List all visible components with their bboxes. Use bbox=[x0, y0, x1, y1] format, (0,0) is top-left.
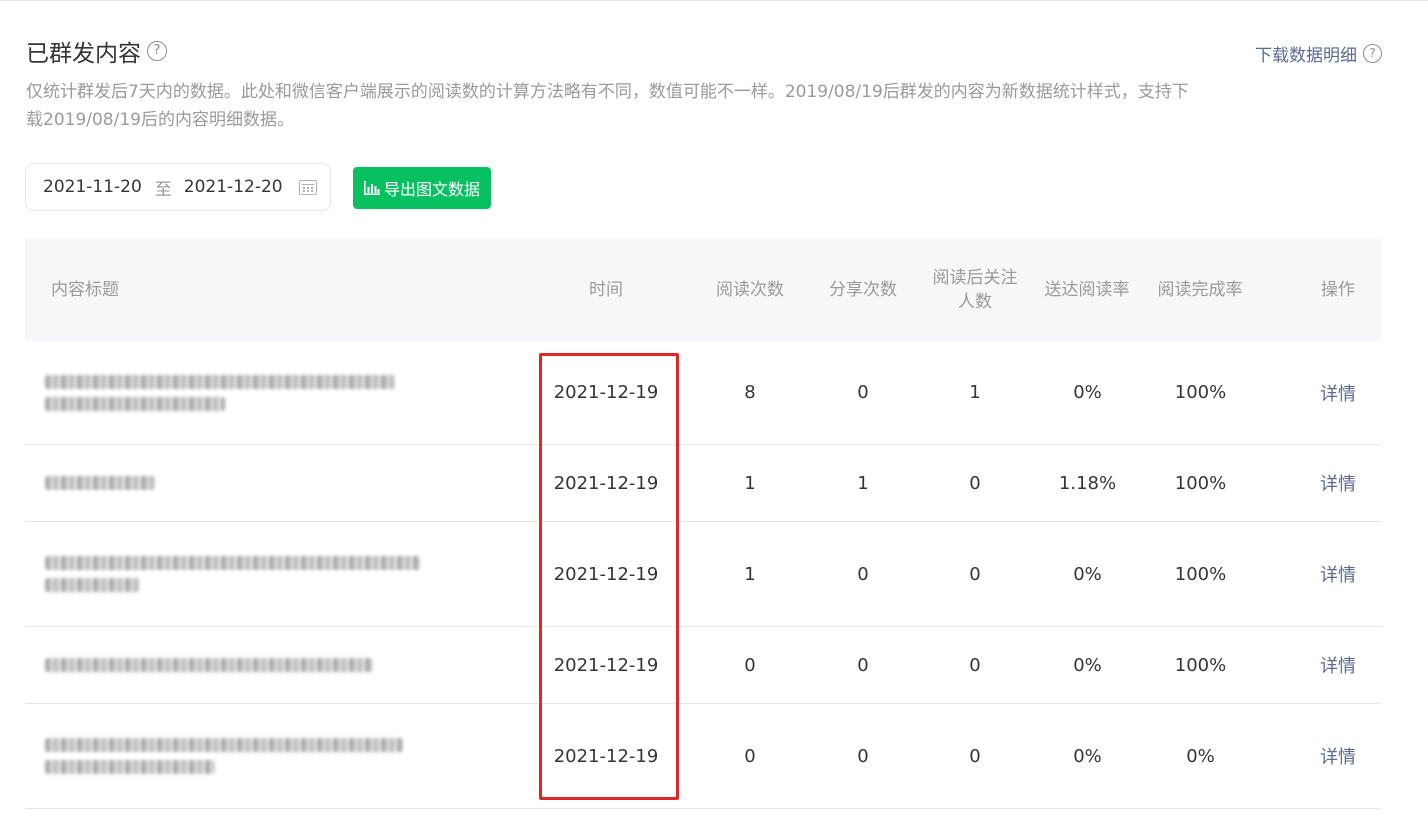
end-date[interactable]: 2021-12-20 bbox=[184, 177, 283, 197]
row-reads: 0 bbox=[744, 654, 756, 676]
header-completion-rate: 阅读完成率 bbox=[1157, 279, 1243, 300]
page-title: 已群发内容 ? bbox=[26, 34, 167, 68]
export-data-button[interactable]: 导出图文数据 bbox=[353, 167, 491, 209]
header-delivery-rate: 送达阅读率 bbox=[1044, 279, 1130, 300]
header-title: 内容标题 bbox=[51, 279, 119, 300]
row-completion-rate: 100% bbox=[1174, 654, 1227, 676]
row-follows: 1 bbox=[969, 382, 981, 403]
row-follows: 0 bbox=[969, 654, 981, 676]
start-date[interactable]: 2021-11-20 bbox=[43, 177, 142, 197]
table-row: 2021-12-19 1 0 0 0% 100% 详情 bbox=[25, 522, 1381, 627]
row-completion-rate: 0% bbox=[1186, 745, 1215, 767]
content-table: 内容标题 时间 阅读次数 分享次数 阅读后关注人数 送达阅读率 阅读完成率 操作… bbox=[25, 238, 1381, 809]
table-row: 2021-12-19 0 0 0 0% 0% 详情 bbox=[25, 704, 1381, 809]
row-completion-rate: 100% bbox=[1174, 382, 1227, 403]
row-detail-link[interactable]: 详情 bbox=[1288, 704, 1388, 808]
row-completion-rate: 100% bbox=[1174, 472, 1227, 494]
header-action: 操作 bbox=[1321, 279, 1355, 300]
row-reads: 0 bbox=[744, 745, 756, 767]
header-time: 时间 bbox=[589, 279, 623, 300]
table-row: 2021-12-19 8 0 1 0% 100% 详情 bbox=[25, 341, 1381, 445]
row-follows: 0 bbox=[969, 563, 981, 585]
row-time: 2021-12-19 bbox=[553, 745, 659, 767]
page-title-text: 已群发内容 bbox=[26, 41, 141, 67]
blurred-title bbox=[45, 627, 465, 703]
row-time: 2021-12-19 bbox=[553, 382, 659, 403]
page-description: 仅统计群发后7天内的数据。此处和微信客户端展示的阅读数的计算方法略有不同，数值可… bbox=[26, 82, 1189, 130]
row-reads: 1 bbox=[744, 563, 756, 585]
blurred-title bbox=[45, 522, 465, 626]
table-row: 2021-12-19 1 1 0 1.18% 100% 详情 bbox=[25, 445, 1381, 522]
table-row: 2021-12-19 0 0 0 0% 100% 详情 bbox=[25, 627, 1381, 704]
row-shares: 0 bbox=[857, 745, 869, 767]
row-time: 2021-12-19 bbox=[553, 472, 659, 494]
row-detail-link[interactable]: 详情 bbox=[1288, 445, 1388, 521]
row-detail-link[interactable]: 详情 bbox=[1288, 627, 1388, 703]
row-delivery-rate: 1.18% bbox=[1058, 472, 1117, 494]
row-follows: 0 bbox=[969, 472, 981, 494]
calendar-icon[interactable] bbox=[299, 180, 317, 195]
bar-chart-icon bbox=[363, 181, 380, 195]
row-shares: 0 bbox=[857, 382, 869, 403]
row-delivery-rate: 0% bbox=[1073, 654, 1102, 676]
row-delivery-rate: 0% bbox=[1073, 563, 1102, 585]
header-follows: 阅读后关注人数 bbox=[932, 267, 1018, 312]
row-shares: 0 bbox=[857, 654, 869, 676]
row-completion-rate: 100% bbox=[1174, 563, 1227, 585]
row-time: 2021-12-19 bbox=[553, 654, 659, 676]
row-follows: 0 bbox=[969, 745, 981, 767]
date-separator: 至 bbox=[154, 179, 172, 200]
blurred-title bbox=[45, 704, 465, 808]
date-range-picker[interactable]: 2021-11-20 至 2021-12-20 bbox=[25, 163, 331, 211]
top-divider bbox=[0, 0, 1428, 1]
row-delivery-rate: 0% bbox=[1073, 382, 1102, 403]
row-reads: 1 bbox=[744, 472, 756, 494]
row-detail-link[interactable]: 详情 bbox=[1288, 522, 1388, 626]
header-shares: 分享次数 bbox=[829, 279, 897, 300]
header-reads: 阅读次数 bbox=[716, 279, 784, 300]
download-details-link[interactable]: 下载数据明细 ? bbox=[1255, 41, 1382, 66]
blurred-title bbox=[45, 445, 465, 521]
export-data-label[interactable]: 导出图文数据 bbox=[384, 176, 480, 200]
row-shares: 0 bbox=[857, 563, 869, 585]
help-icon[interactable]: ? bbox=[1363, 44, 1382, 63]
row-delivery-rate: 0% bbox=[1073, 745, 1102, 767]
row-shares: 1 bbox=[857, 472, 869, 494]
row-time: 2021-12-19 bbox=[553, 563, 659, 585]
row-detail-link[interactable]: 详情 bbox=[1288, 341, 1388, 444]
help-icon[interactable]: ? bbox=[147, 41, 167, 61]
row-reads: 8 bbox=[744, 382, 756, 403]
blurred-title bbox=[45, 341, 465, 444]
table-header: 内容标题 时间 阅读次数 分享次数 阅读后关注人数 送达阅读率 阅读完成率 操作 bbox=[25, 238, 1381, 341]
download-details-label[interactable]: 下载数据明细 bbox=[1255, 41, 1357, 66]
